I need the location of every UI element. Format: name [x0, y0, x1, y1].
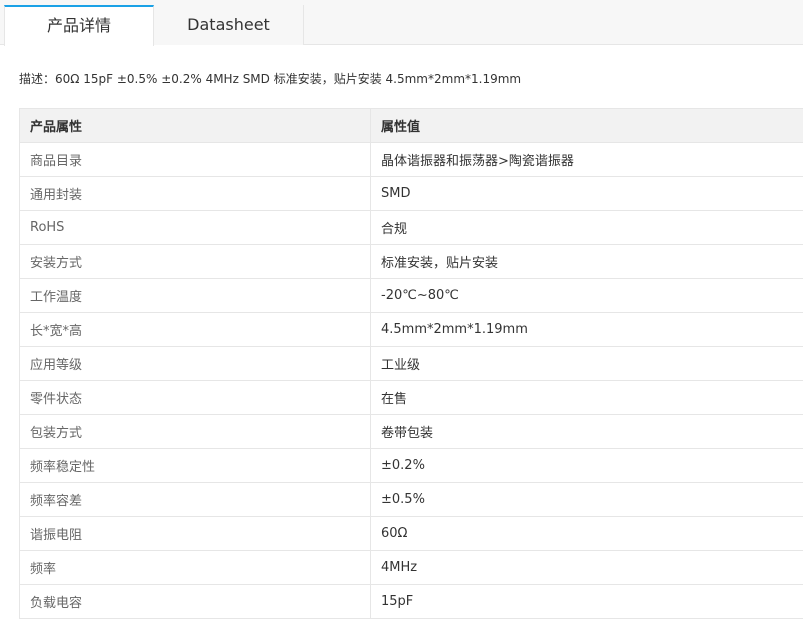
tab-datasheet[interactable]: Datasheet — [154, 5, 304, 45]
attr-name: 频率 — [19, 550, 371, 585]
table-row: 安装方式 标准安装，贴片安装 — [19, 244, 803, 279]
attr-name: 长*宽*高 — [19, 312, 371, 347]
attr-value: SMD — [370, 176, 803, 211]
attr-value: ±0.5% — [370, 482, 803, 517]
attr-value: ±0.2% — [370, 448, 803, 483]
attr-name: 负载电容 — [19, 584, 371, 619]
attr-value: 在售 — [370, 380, 803, 415]
table-row: 谐振电阻 60Ω — [19, 516, 803, 551]
attr-value: 4MHz — [370, 550, 803, 585]
attr-value: 60Ω — [370, 516, 803, 551]
table-row: 零件状态 在售 — [19, 380, 803, 415]
table-row: 长*宽*高 4.5mm*2mm*1.19mm — [19, 312, 803, 347]
attr-name: 安装方式 — [19, 244, 371, 279]
table-row: 商品目录 晶体谐振器和振荡器>陶瓷谐振器 — [19, 142, 803, 177]
attr-value: 卷带包装 — [370, 414, 803, 449]
attr-name: RoHS — [19, 210, 371, 245]
table-row: 频率容差 ±0.5% — [19, 482, 803, 517]
table-row: 工作温度 -20℃~80℃ — [19, 278, 803, 313]
tab-bar: 产品详情 Datasheet — [0, 0, 803, 46]
attr-name: 谐振电阻 — [19, 516, 371, 551]
product-description: 描述：60Ω 15pF ±0.5% ±0.2% 4MHz SMD 标准安装，贴片… — [19, 72, 522, 86]
table-row: 包装方式 卷带包装 — [19, 414, 803, 449]
attr-name: 通用封装 — [19, 176, 371, 211]
spec-table: 产品属性 属性值 商品目录 晶体谐振器和振荡器>陶瓷谐振器 通用封装 SMD R… — [19, 108, 803, 619]
attr-value: 4.5mm*2mm*1.19mm — [370, 312, 803, 347]
table-row: 负载电容 15pF — [19, 584, 803, 619]
table-row: 频率稳定性 ±0.2% — [19, 448, 803, 483]
attr-value: 晶体谐振器和振荡器>陶瓷谐振器 — [370, 142, 803, 177]
header-value: 属性值 — [370, 108, 803, 143]
header-attribute: 产品属性 — [19, 108, 371, 143]
attr-value: 标准安装，贴片安装 — [370, 244, 803, 279]
table-row: 通用封装 SMD — [19, 176, 803, 211]
table-row: RoHS 合规 — [19, 210, 803, 245]
table-row: 频率 4MHz — [19, 550, 803, 585]
attr-value: -20℃~80℃ — [370, 278, 803, 313]
attr-name: 应用等级 — [19, 346, 371, 381]
attr-name: 商品目录 — [19, 142, 371, 177]
attr-value: 工业级 — [370, 346, 803, 381]
attr-name: 工作温度 — [19, 278, 371, 313]
attr-name: 零件状态 — [19, 380, 371, 415]
tab-product-details[interactable]: 产品详情 — [4, 5, 154, 46]
table-row: 应用等级 工业级 — [19, 346, 803, 381]
attr-value: 15pF — [370, 584, 803, 619]
attr-value: 合规 — [370, 210, 803, 245]
attr-name: 包装方式 — [19, 414, 371, 449]
attr-name: 频率容差 — [19, 482, 371, 517]
attr-name: 频率稳定性 — [19, 448, 371, 483]
table-header-row: 产品属性 属性值 — [19, 108, 803, 143]
